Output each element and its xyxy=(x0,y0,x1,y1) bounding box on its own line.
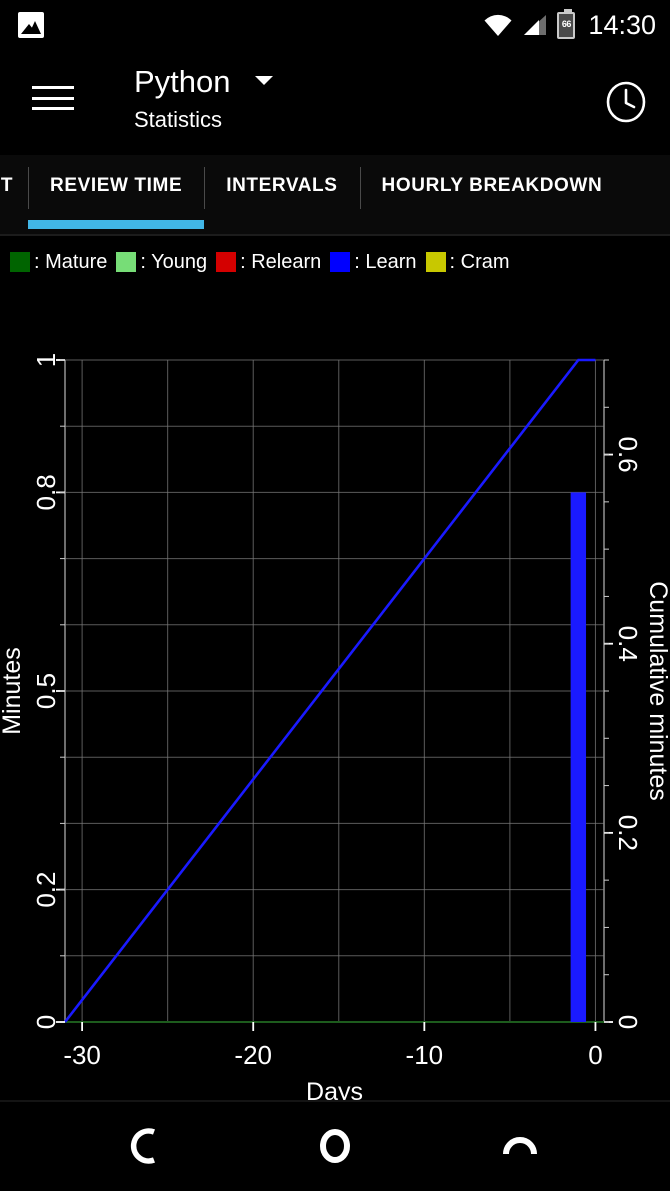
title-row[interactable]: Python xyxy=(134,60,273,104)
x-axis-title: Days xyxy=(306,1078,363,1100)
legend-swatch-mature xyxy=(10,252,30,272)
tab-bar-divider xyxy=(0,234,670,236)
system-navigation-bar xyxy=(0,1100,670,1191)
clock-icon[interactable] xyxy=(604,80,648,124)
legend-label: : Cram xyxy=(449,250,510,273)
recents-arc-icon[interactable] xyxy=(465,1100,575,1191)
status-left-icons xyxy=(18,12,44,38)
image-icon xyxy=(18,12,44,38)
cell-signal-icon xyxy=(524,15,547,35)
wifi-icon xyxy=(484,14,512,36)
y2-axis-title: Cumulative minutes xyxy=(644,581,670,801)
legend-item-learn: : Learn xyxy=(330,250,417,274)
legend-label: : Young xyxy=(140,250,208,273)
y2-tick-label: 0.2 xyxy=(613,815,643,851)
title-block: Python Statistics xyxy=(134,60,273,134)
chart-canvas: 0 0.2 0.5 0.8 1 0 0.2 0.4 0.6 -30 -20 -10 0 Days Minut… xyxy=(0,353,670,1100)
legend-swatch-relearn xyxy=(216,252,237,272)
status-right-icons: 66 14:30 xyxy=(483,0,656,50)
bar-learn xyxy=(570,492,587,1022)
tab-label: T xyxy=(0,175,14,196)
legend-swatch-cram xyxy=(425,252,446,272)
y2-tick-label: 0.6 xyxy=(613,436,643,472)
y-axis-title: Minutes xyxy=(0,647,26,735)
legend-label: : Learn xyxy=(354,250,417,273)
tab-hourly-breakdown[interactable]: HOURLY BREAKDOWN xyxy=(359,155,625,235)
tab-bar[interactable]: T REVIEW TIME INTERVALS HOURLY BREAKDOWN xyxy=(0,155,670,235)
page-subtitle: Statistics xyxy=(134,107,223,132)
battery-icon: 66 xyxy=(557,8,576,39)
home-circle-icon[interactable] xyxy=(280,1100,390,1191)
legend-item-cram: : Cram xyxy=(425,250,510,274)
tab-label: INTERVALS xyxy=(226,175,338,196)
legend-item-mature: : Mature xyxy=(10,251,107,274)
hamburger-menu-icon[interactable] xyxy=(32,82,74,114)
legend-item-relearn: : Relearn xyxy=(216,251,321,274)
legend-label: : Mature xyxy=(34,250,108,273)
status-bar-time: 14:30 xyxy=(588,9,656,40)
chevron-down-icon[interactable] xyxy=(254,75,273,85)
tab-stat-partial[interactable]: T xyxy=(0,155,28,235)
review-time-chart[interactable]: 0 0.2 0.5 0.8 1 0 0.2 0.4 0.6 -30 -20 -10 0 Days Minut… xyxy=(0,285,670,1100)
y-tick-label: 0.8 xyxy=(31,474,61,510)
legend-item-young: : Young xyxy=(116,251,207,274)
x-tick-label: 0 xyxy=(588,1040,602,1070)
chart-legend: : Mature : Young : Relearn : Learn : Cra… xyxy=(10,248,519,276)
y-tick-label: 0.5 xyxy=(31,673,61,709)
tab-label: REVIEW TIME xyxy=(50,175,183,196)
back-arc-icon[interactable] xyxy=(95,1100,205,1191)
legend-label: : Relearn xyxy=(240,250,322,273)
x-tick-label: -20 xyxy=(234,1040,272,1070)
tab-active-indicator xyxy=(28,220,205,229)
y2-tick-label: 0.4 xyxy=(613,626,643,662)
legend-swatch-young xyxy=(116,252,137,272)
tab-intervals[interactable]: INTERVALS xyxy=(204,155,359,235)
app-bar: Python Statistics xyxy=(0,50,670,155)
x-tick-label: -30 xyxy=(63,1040,101,1070)
legend-swatch-learn xyxy=(330,252,351,272)
tab-review-time[interactable]: REVIEW TIME xyxy=(28,155,205,235)
tab-label: HOURLY BREAKDOWN xyxy=(381,175,603,196)
y-tick-label: 0 xyxy=(31,1015,61,1029)
page-title: Python xyxy=(134,64,231,99)
battery-level-label: 66 xyxy=(561,18,572,29)
y-tick-label: 1 xyxy=(31,353,61,367)
y2-tick-label: 0 xyxy=(613,1015,643,1029)
y-tick-label: 0.2 xyxy=(31,872,61,908)
status-bar: 66 14:30 xyxy=(0,0,670,50)
x-tick-label: -10 xyxy=(406,1040,444,1070)
